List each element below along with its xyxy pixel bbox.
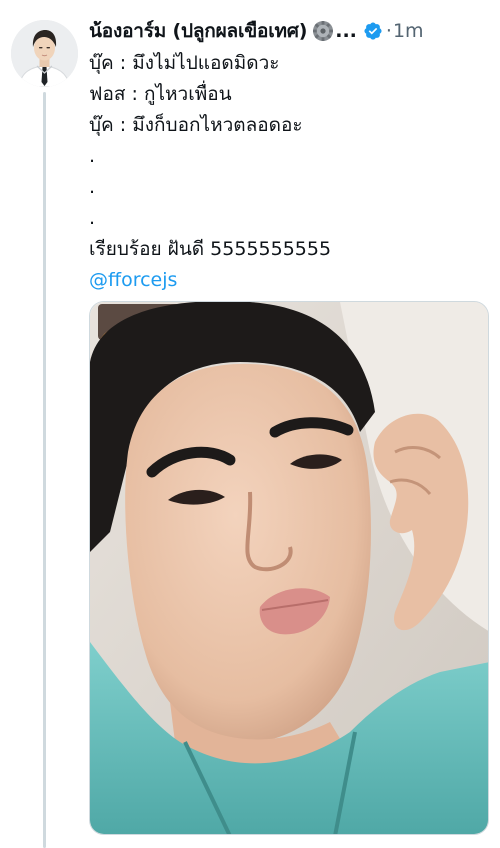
tweet-line-2: ฟอส : กูไหวเพื่อน xyxy=(89,83,232,105)
mention-link[interactable]: @fforcejs xyxy=(89,269,177,291)
tweet-line-6: . xyxy=(89,207,96,229)
selfie-photo-image xyxy=(90,302,488,834)
avatar[interactable] xyxy=(11,20,78,87)
tweet-header: น้องอาร์ม (ปลูกผลเขือเทศ) ... · 1m xyxy=(89,16,489,46)
avatar-image xyxy=(11,20,78,87)
timestamp[interactable]: 1m xyxy=(393,20,424,42)
tweet-line-5: . xyxy=(89,176,96,198)
separator-dot: · xyxy=(385,20,392,42)
tweet-line-7: เรียบร้อย ฝันดี 5555555555 xyxy=(89,238,332,260)
tweet-photo[interactable] xyxy=(89,301,489,835)
tweet-line-1: บุ๊ค : มึงไม่ไปแอดมิดวะ xyxy=(89,52,280,74)
tweet-body: บุ๊ค : มึงไม่ไปแอดมิดวะ ฟอส : กูไหวเพื่อ… xyxy=(89,48,489,296)
thread-connector-line xyxy=(43,92,46,848)
tweet-line-3: บุ๊ค : มึงก็บอกไหวตลอดอะ xyxy=(89,114,303,136)
name-ellipsis: ... xyxy=(335,20,357,42)
gear-icon xyxy=(312,20,334,42)
display-name[interactable]: น้องอาร์ม (ปลูกผลเขือเทศ) xyxy=(89,16,307,46)
tweet-line-4: . xyxy=(89,145,96,167)
verified-badge-icon xyxy=(363,21,383,41)
